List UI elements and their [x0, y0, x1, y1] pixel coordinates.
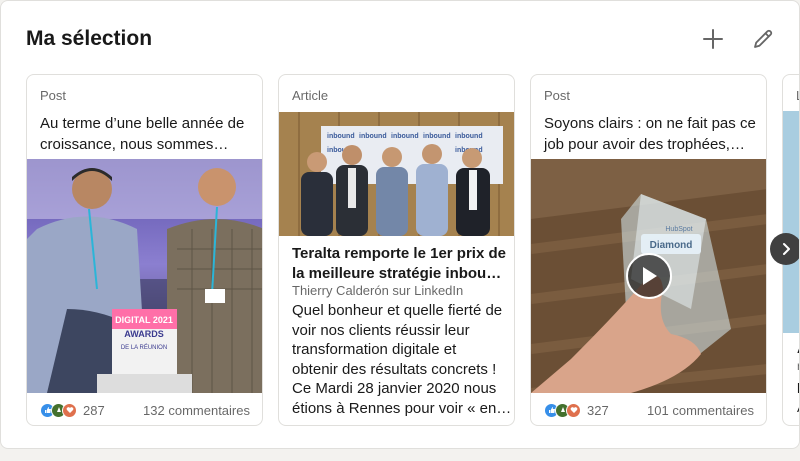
plus-icon	[703, 29, 723, 49]
featured-card-article[interactable]: Article inbound inbound inbound inbound …	[278, 74, 515, 426]
card-type-label: Article	[292, 88, 329, 103]
love-reaction-icon	[62, 402, 77, 418]
trophy-text: Diamond	[650, 240, 693, 251]
group-photo: inbound inbound inbound inbound inbound …	[279, 112, 514, 236]
banner-text: inbound	[423, 133, 451, 140]
banner-text: inbound	[327, 133, 355, 140]
excerpt-line: Soyons clairs : on ne fait pas ce	[544, 115, 756, 132]
reactions[interactable]: 287	[40, 402, 105, 418]
trophy-text: DIGITAL 2021	[115, 315, 173, 325]
trophy-text: HubSpot	[665, 226, 692, 233]
article-title: Teralta remporte le 1er prix de la meill…	[292, 244, 507, 284]
trophy-text: DE LA RÉUNION	[121, 344, 167, 351]
article-title-line: Teralta remporte le 1er prix de	[292, 245, 506, 262]
article-body-line: étions à Rennes pour voir « en…	[292, 399, 511, 417]
post-image: DIGITAL 2021 AWARDS DE LA RÉUNION	[27, 159, 262, 393]
reactions-count: 327	[587, 402, 609, 418]
comments-count[interactable]: 101 commentaires	[647, 403, 754, 418]
social-counts: 287 132 commentaires	[40, 401, 250, 419]
card-type-label: Post	[40, 88, 67, 103]
article-author: Thierry Calderón sur LinkedIn	[292, 283, 464, 298]
section-title: Ma sélection	[26, 27, 153, 50]
play-icon	[643, 267, 657, 285]
ma-selection-section: Ma sélection Post Au terme d’une belle a…	[0, 0, 800, 449]
post-excerpt: Au terme d’une belle année de croissance…	[40, 113, 255, 155]
card-type-label: L	[796, 88, 799, 103]
reactions-count: 287	[83, 402, 105, 418]
article-body-line: Ce Mardi 28 janvier 2020 nous	[292, 380, 497, 397]
post-video[interactable]: Diamond HubSpot	[531, 159, 766, 393]
edit-featured-button[interactable]	[747, 23, 779, 55]
excerpt-line: job pour avoir des trophées,…	[544, 136, 745, 153]
article-image: inbound inbound inbound inbound inbound …	[279, 112, 514, 236]
banner-text: inbound	[359, 133, 387, 140]
carousel-next-button[interactable]	[770, 233, 799, 265]
article-body: Quel bonheur et quelle fierté de voir no…	[292, 301, 511, 418]
featured-card-post-2[interactable]: Post Soyons clairs : on ne fait pas ce j…	[530, 74, 767, 426]
award-photo: DIGITAL 2021 AWARDS DE LA RÉUNION	[27, 159, 262, 393]
add-featured-button[interactable]	[697, 23, 729, 55]
excerpt-line: croissance, nous sommes…	[40, 136, 229, 153]
banner-text: inbound	[455, 133, 483, 140]
featured-card-post-1[interactable]: Post Au terme d’une belle année de crois…	[26, 74, 263, 426]
post-excerpt: Soyons clairs : on ne fait pas ce job po…	[544, 113, 759, 155]
article-title-line: la meilleure stratégie inboun…	[292, 265, 503, 282]
article-body-line: transformation digitale et	[292, 341, 457, 358]
pencil-icon	[754, 29, 773, 48]
social-counts: 327 101 commentaires	[544, 401, 754, 419]
excerpt-line: Au terme d’une belle année de	[40, 115, 245, 132]
play-button[interactable]	[626, 253, 672, 299]
article-body-line: obtenir des résultats concrets !	[292, 360, 497, 378]
trophy-text: AWARDS	[124, 329, 164, 339]
partial-card-image	[783, 111, 799, 333]
article-body-line: voir nos clients réussir leur	[292, 321, 470, 339]
love-reaction-icon	[566, 402, 581, 418]
chevron-right-icon	[783, 243, 790, 255]
banner-text: inbound	[391, 133, 419, 140]
card-type-label: Post	[544, 88, 571, 103]
comments-count[interactable]: 132 commentaires	[143, 403, 250, 418]
reactions[interactable]: 327	[544, 402, 609, 418]
article-body-line: Quel bonheur et quelle fierté de	[292, 302, 503, 319]
